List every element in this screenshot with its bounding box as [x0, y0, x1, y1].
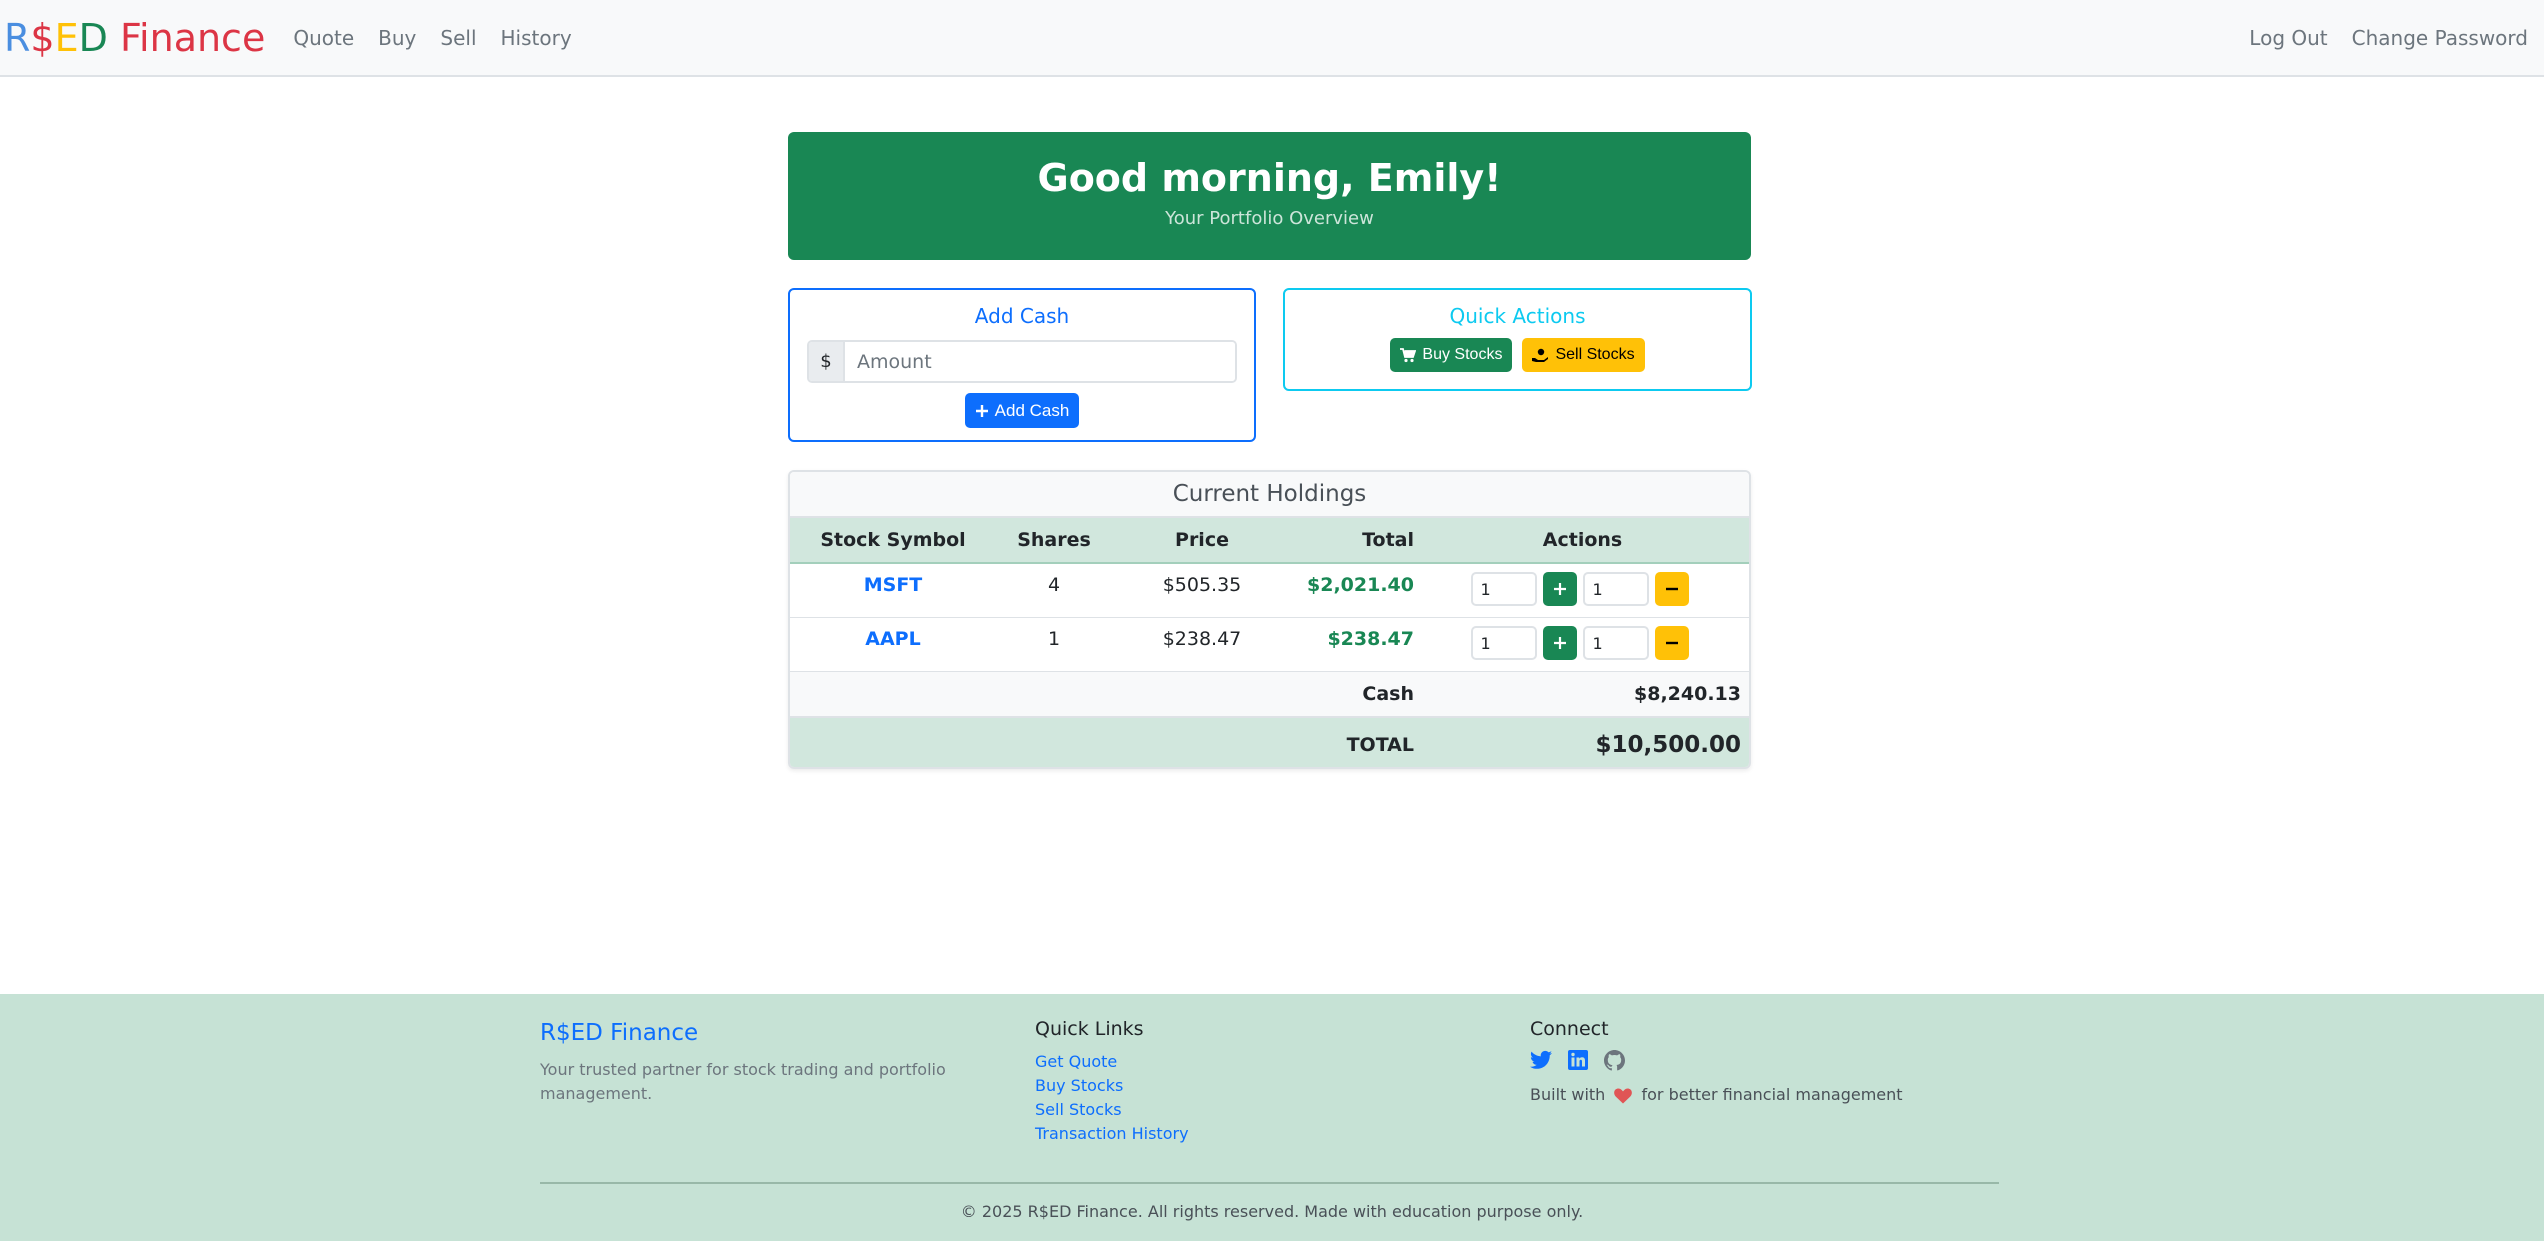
add-cash-title: Add Cash	[974, 304, 1070, 328]
plus-icon	[975, 404, 989, 418]
footer-divider	[540, 1182, 1999, 1184]
amount-input[interactable]	[845, 342, 1235, 381]
sell-stocks-label: Sell Stocks	[1555, 346, 1635, 363]
add-cash-input-group: $	[807, 340, 1237, 383]
brand-word-finance: Finance	[107, 15, 266, 60]
footer-link-get-quote[interactable]: Get Quote	[1035, 1050, 1189, 1074]
brand-letter-r: R	[4, 15, 31, 60]
sell-quantity-input[interactable]: 1	[1582, 572, 1649, 606]
copyright-text: © 2025 R$ED Finance. All rights reserved…	[960, 1202, 1584, 1221]
footer-brand: R$ED Finance	[540, 1020, 699, 1046]
heart-icon	[1614, 1087, 1633, 1104]
price-cell: $505.35	[1162, 574, 1242, 596]
nav-buy[interactable]: Buy	[378, 26, 416, 50]
greeting-banner: Good morning, Emily! Your Portfolio Over…	[788, 132, 1751, 260]
col-header-price: Price	[1175, 529, 1229, 551]
cash-row: Cash $8,240.13	[790, 672, 1749, 718]
brand-letter-d: D	[78, 15, 108, 60]
col-header-actions: Actions	[1542, 529, 1623, 551]
sell-some-button[interactable]	[1654, 572, 1689, 606]
sell-stocks-button[interactable]: Sell Stocks	[1522, 338, 1645, 372]
total-cell: $2,021.40	[1307, 574, 1414, 596]
col-header-symbol: Stock Symbol	[820, 529, 966, 551]
add-cash-button[interactable]: Add Cash	[964, 393, 1080, 428]
holdings-table: Current Holdings Stock Symbol Shares Pri…	[788, 470, 1751, 769]
nav-sell[interactable]: Sell	[440, 26, 476, 50]
footer-link-transaction-history[interactable]: Transaction History	[1035, 1122, 1189, 1146]
sell-quantity-input[interactable]: 1	[1582, 626, 1649, 660]
total-cell: $238.47	[1327, 628, 1414, 650]
sell-some-button[interactable]	[1654, 626, 1689, 660]
add-cash-button-label: Add Cash	[994, 400, 1070, 420]
plus-icon	[1553, 637, 1566, 649]
col-header-shares: Shares	[1017, 529, 1091, 551]
navbar: R$ED Finance Quote Buy Sell History Log …	[0, 0, 2544, 77]
built-prefix: Built with	[1530, 1085, 1606, 1104]
nav-quote[interactable]: Quote	[293, 26, 354, 50]
brand-logo[interactable]: R$ED Finance	[4, 16, 265, 60]
greeting-subtitle: Your Portfolio Overview	[1165, 207, 1374, 229]
stock-symbol-link[interactable]: AAPL	[865, 628, 920, 650]
footer-link-sell-stocks[interactable]: Sell Stocks	[1035, 1098, 1189, 1122]
table-header-row: Stock Symbol Shares Price Total Actions	[790, 518, 1749, 564]
footer-link-buy-stocks[interactable]: Buy Stocks	[1035, 1074, 1189, 1098]
github-icon[interactable]	[1604, 1050, 1625, 1071]
total-row: TOTAL $10,500.00	[790, 718, 1749, 767]
built-suffix: for better financial management	[1641, 1085, 1903, 1104]
quick-actions-title: Quick Actions	[1449, 304, 1586, 328]
buy-stocks-label: Buy Stocks	[1422, 346, 1503, 363]
shares-cell: 1	[1047, 628, 1061, 650]
footer: R$ED Finance Your trusted partner for st…	[0, 994, 2544, 1241]
plus-icon	[1553, 583, 1566, 595]
buy-quantity-input[interactable]: 1	[1470, 572, 1537, 606]
col-header-total: Total	[1362, 529, 1414, 551]
buy-quantity-input[interactable]: 1	[1470, 626, 1537, 660]
twitter-icon[interactable]	[1530, 1050, 1552, 1071]
stock-symbol-link[interactable]: MSFT	[864, 574, 923, 596]
currency-prefix: $	[809, 342, 845, 381]
minus-icon	[1665, 587, 1678, 591]
built-with-text: Built with for better financial manageme…	[1530, 1085, 1903, 1104]
nav-change-password[interactable]: Change Password	[2352, 26, 2528, 50]
minus-icon	[1665, 641, 1678, 645]
quick-actions-card: Quick Actions Buy Stocks Sell Stocks	[1283, 288, 1752, 391]
total-label: TOTAL	[1346, 733, 1414, 756]
table-row: MSFT 4 $505.35 $2,021.40 1 1	[790, 564, 1749, 618]
holdings-title: Current Holdings	[790, 472, 1749, 518]
hand-coin-icon	[1532, 348, 1549, 363]
price-cell: $238.47	[1162, 628, 1242, 650]
add-cash-card: Add Cash $ Add Cash	[788, 288, 1256, 442]
brand-letter-dollar: $	[30, 15, 55, 60]
cash-value: $8,240.13	[1634, 683, 1741, 705]
nav-history[interactable]: History	[501, 26, 572, 50]
quick-links-title: Quick Links	[1035, 1018, 1144, 1040]
connect-title: Connect	[1530, 1018, 1609, 1040]
table-row: AAPL 1 $238.47 $238.47 1 1	[790, 618, 1749, 672]
shares-cell: 4	[1047, 574, 1061, 596]
footer-description: Your trusted partner for stock trading a…	[540, 1060, 946, 1103]
brand-letter-e: E	[54, 15, 79, 60]
buy-stocks-button[interactable]: Buy Stocks	[1390, 338, 1513, 372]
nav-logout[interactable]: Log Out	[2249, 26, 2327, 50]
linkedin-icon[interactable]	[1568, 1050, 1588, 1071]
buy-more-button[interactable]	[1542, 626, 1577, 660]
greeting-title: Good morning, Emily!	[1037, 156, 1502, 200]
cart-icon	[1400, 347, 1417, 363]
cash-label: Cash	[1362, 683, 1414, 705]
total-value: $10,500.00	[1595, 731, 1741, 758]
buy-more-button[interactable]	[1542, 572, 1577, 606]
